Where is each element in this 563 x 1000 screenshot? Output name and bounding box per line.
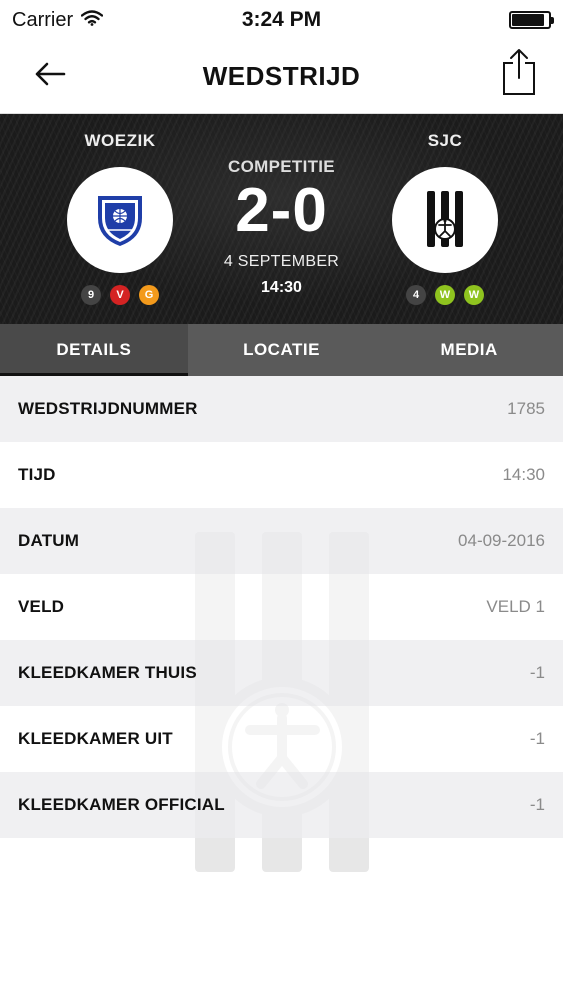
sportclub-woezik-crest-icon	[98, 196, 142, 246]
match-score: 2-0	[235, 176, 328, 245]
match-date: 4 SEPTEMBER	[223, 253, 340, 270]
away-form-row: 4 W W	[355, 285, 535, 305]
detail-label: TIJD	[18, 465, 56, 484]
carrier-label: Carrier	[12, 8, 74, 31]
detail-value: -1	[529, 729, 545, 748]
battery-icon	[509, 11, 554, 29]
match-time: 14:30	[261, 279, 302, 296]
tab-details[interactable]: DETAILS	[0, 324, 188, 376]
tab-media[interactable]: MEDIA	[375, 324, 563, 376]
share-button[interactable]	[499, 48, 539, 100]
detail-value: -1	[529, 663, 545, 682]
tab-locatie[interactable]: LOCATIE	[188, 324, 376, 376]
detail-label: KLEEDKAMER UIT	[18, 729, 173, 748]
detail-row: WEDSTRIJDNUMMER 1785	[0, 376, 563, 442]
page-title: WEDSTRIJD	[202, 61, 361, 91]
away-team-logo	[392, 167, 498, 273]
detail-label: KLEEDKAMER OFFICIAL	[18, 795, 225, 814]
share-icon	[501, 47, 537, 102]
back-button[interactable]	[30, 58, 70, 94]
status-bar: Carrier 3:24 PM	[0, 0, 563, 40]
detail-value: VELD 1	[486, 597, 545, 616]
detail-value: 04-09-2016	[458, 531, 545, 550]
match-header: WOEZIK 9 V G COMPETITIE 2-0 4 SEPTEMBER …	[0, 114, 563, 324]
status-left: Carrier	[12, 8, 104, 32]
form-badge: W	[464, 285, 484, 305]
competition-label: COMPETITIE	[228, 157, 335, 176]
details-list: WEDSTRIJDNUMMER 1785 TIJD 14:30 DATUM 04…	[0, 376, 563, 838]
arrow-left-icon	[34, 62, 66, 91]
detail-value: 1785	[507, 399, 545, 418]
navigation-bar: WEDSTRIJD	[0, 40, 563, 114]
detail-label: KLEEDKAMER THUIS	[18, 663, 197, 682]
wifi-icon	[80, 9, 104, 32]
form-badge: 9	[81, 285, 101, 305]
detail-row: KLEEDKAMER UIT -1	[0, 706, 563, 772]
form-badge: 4	[406, 285, 426, 305]
detail-label: WEDSTRIJDNUMMER	[18, 399, 198, 418]
tab-bar: DETAILS LOCATIE MEDIA	[0, 324, 563, 376]
detail-label: DATUM	[18, 531, 80, 550]
away-team-name: SJC	[427, 131, 463, 150]
detail-row: DATUM 04-09-2016	[0, 508, 563, 574]
match-center-info: COMPETITIE 2-0 4 SEPTEMBER 14:30	[181, 114, 382, 297]
detail-row: TIJD 14:30	[0, 442, 563, 508]
detail-row: KLEEDKAMER THUIS -1	[0, 640, 563, 706]
detail-row: VELD VELD 1	[0, 574, 563, 640]
detail-row: KLEEDKAMER OFFICIAL -1	[0, 772, 563, 838]
battery-level	[512, 14, 545, 26]
form-badge: V	[110, 285, 130, 305]
form-badge: G	[139, 285, 159, 305]
away-team[interactable]: SJC 4 W W	[355, 114, 535, 305]
home-team-logo	[67, 167, 173, 273]
detail-value: 14:30	[502, 465, 545, 484]
sjc-crest-icon	[427, 191, 463, 247]
detail-label: VELD	[18, 597, 65, 616]
form-badge: W	[435, 285, 455, 305]
detail-value: -1	[529, 795, 545, 814]
